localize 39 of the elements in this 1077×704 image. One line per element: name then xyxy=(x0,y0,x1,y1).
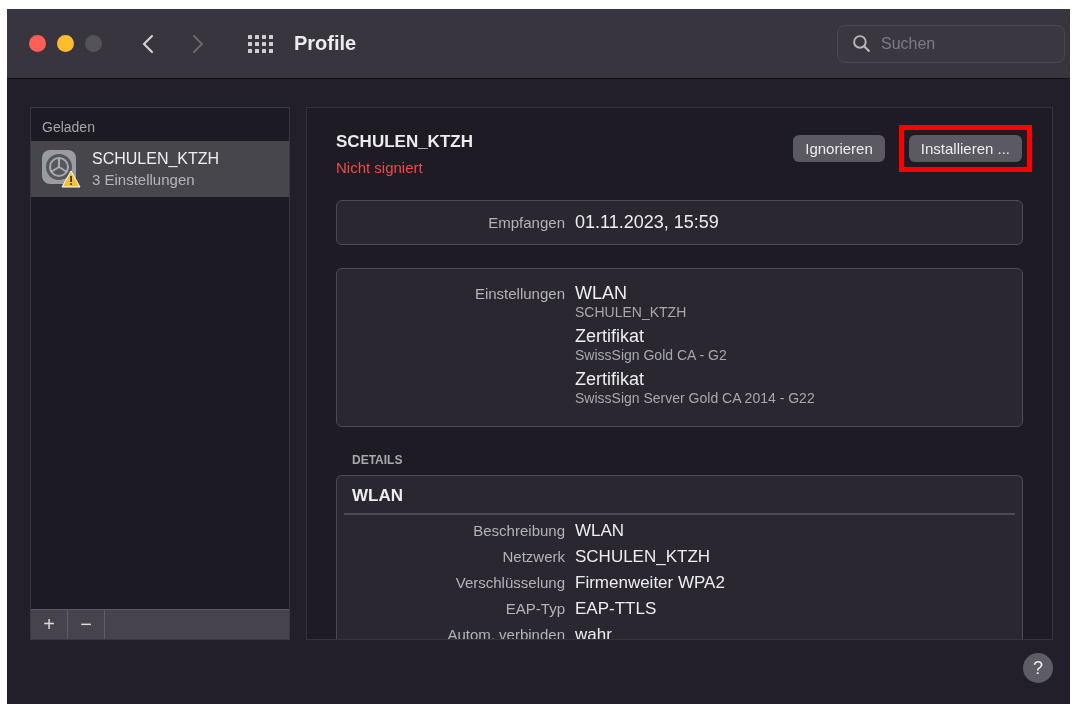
search-input[interactable]: Suchen xyxy=(879,33,1033,54)
minimize-button[interactable] xyxy=(57,35,74,52)
field-label: Verschlüsselung xyxy=(454,574,565,591)
back-icon[interactable] xyxy=(142,33,154,54)
profile-subtitle: 3 Einstellungen xyxy=(92,171,196,188)
field-value: Firmenweiter WPA2 xyxy=(575,573,725,593)
window-title: Profile xyxy=(294,32,357,55)
signature-status: Nicht signiert xyxy=(336,159,424,176)
details-title: WLAN xyxy=(344,476,1015,515)
search-field[interactable]: Suchen xyxy=(837,24,1065,63)
field-value: WLAN xyxy=(575,521,625,541)
field-label: Einstellungen xyxy=(473,285,565,302)
field-value: EAP-TTLS xyxy=(575,599,657,619)
field-label: EAP-Typ xyxy=(504,600,565,617)
field-value: SCHULEN_KTZH xyxy=(575,547,711,567)
section-heading: DETAILS xyxy=(352,453,404,467)
setting-title: WLAN xyxy=(575,283,628,304)
setting-subtitle: SCHULEN_KTZH xyxy=(575,304,688,320)
setting-subtitle: SwissSign Gold CA - G2 xyxy=(575,347,728,363)
action-button[interactable]: Ignorieren xyxy=(793,135,885,162)
profile-name: SCHULEN_KTZH xyxy=(92,150,220,168)
field-label: Netzwerk xyxy=(501,548,565,565)
search-icon xyxy=(852,34,871,53)
help-button[interactable]: ? xyxy=(1023,653,1053,683)
field-label: Beschreibung xyxy=(472,522,565,539)
toolbar-button[interactable]: − xyxy=(68,610,105,639)
close-button[interactable] xyxy=(29,35,46,52)
action-button[interactable]: Installieren ... xyxy=(908,135,1022,162)
profile-list-item[interactable]: SCHULEN_KTZH 3 Einstellungen xyxy=(31,141,289,197)
grid-icon[interactable] xyxy=(248,34,274,53)
field-label: Empfangen xyxy=(487,214,565,231)
sidebar-heading: Geladen xyxy=(41,118,96,137)
profile-title: SCHULEN_KTZH xyxy=(336,132,473,152)
gear-warning-icon xyxy=(41,149,81,189)
setting-title: Zertifikat xyxy=(575,369,645,390)
setting-subtitle: SwissSign Server Gold CA 2014 - G22 xyxy=(575,390,815,406)
toolbar-button[interactable]: + xyxy=(31,610,68,639)
setting-title: Zertifikat xyxy=(575,326,645,347)
field-value: 01.11.2023, 15:59 xyxy=(575,212,719,233)
